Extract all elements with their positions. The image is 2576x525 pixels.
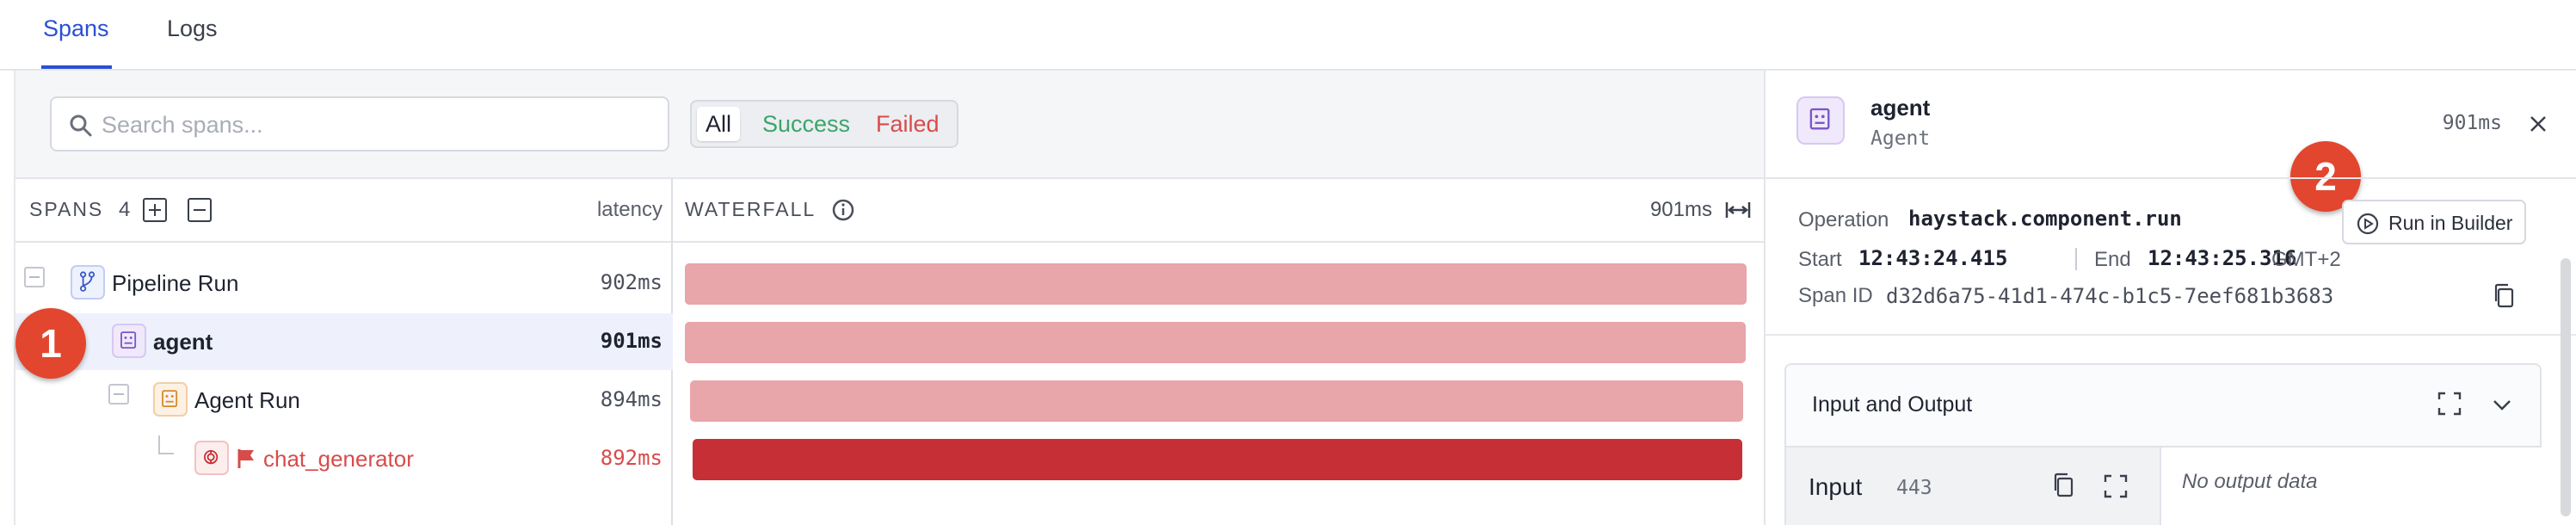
waterfall-title: WATERFALL [685, 198, 817, 220]
operation-value: haystack.component.run [1908, 207, 2182, 231]
status-filter: All Success Failed [690, 100, 958, 148]
output-pane: No output data [2161, 446, 2542, 525]
copy-icon[interactable] [2051, 472, 2075, 499]
branch-icon [71, 265, 105, 300]
span-latency: 892ms [600, 446, 662, 470]
waterfall-bar[interactable] [690, 380, 1744, 422]
expand-icon[interactable] [2103, 473, 2129, 499]
play-icon [2357, 213, 2379, 235]
span-latency: 894ms [600, 387, 662, 411]
waterfall-header: WATERFALL 901ms [673, 179, 1764, 243]
search-input[interactable] [102, 108, 652, 141]
collapse-all-icon[interactable] [188, 198, 212, 222]
spans-count: 4 [119, 198, 131, 221]
end-label: End [2094, 248, 2131, 271]
span-latency: 901ms [600, 329, 662, 353]
filter-failed-button[interactable]: Failed [867, 107, 948, 141]
waterfall-bar[interactable] [685, 263, 1747, 305]
timezone: GMT+2 [2271, 248, 2341, 271]
collapse-toggle[interactable] [24, 267, 45, 287]
span-row-pipeline-run[interactable]: Pipeline Run 902ms [15, 255, 673, 312]
output-empty-text: No output data [2182, 470, 2318, 493]
waterfall-bar[interactable] [692, 439, 1743, 480]
separator [2075, 248, 2077, 270]
agent-icon [1796, 96, 1845, 145]
close-icon[interactable] [2528, 114, 2548, 134]
span-id-value: d32d6a75-41d1-474c-b1c5-7eef681b3683 [1886, 284, 2334, 308]
span-row-agent-run[interactable]: Agent Run 894ms [15, 372, 673, 429]
agent-icon [112, 324, 146, 358]
filter-success-button[interactable]: Success [754, 107, 859, 141]
input-count: 443 [1896, 477, 1932, 499]
detail-duration: 901ms [2442, 112, 2502, 134]
search-box[interactable] [50, 96, 669, 151]
span-detail-panel: agent Agent 901ms Operation haystack.com… [1764, 71, 2576, 525]
divider [1766, 334, 2576, 336]
spans-header: SPANS 4 latency [15, 179, 673, 243]
tab-logs[interactable]: Logs [167, 15, 218, 42]
active-tab-indicator [41, 65, 112, 69]
agent-run-icon [153, 382, 188, 417]
start-label: Start [1798, 248, 1842, 271]
detail-header: agent Agent 901ms [1766, 71, 2576, 179]
spans-title: SPANS [29, 198, 104, 220]
tab-bar: Spans Logs [0, 0, 2576, 71]
detail-title: agent [1870, 95, 1931, 120]
run-in-builder-button[interactable]: Run in Builder [2342, 200, 2526, 244]
expand-all-icon[interactable] [143, 198, 167, 222]
input-pane: Input 443 [1786, 446, 2161, 525]
filter-all-button[interactable]: All [697, 107, 741, 141]
latency-column-label: latency [596, 198, 662, 221]
expand-icon[interactable] [2437, 391, 2462, 417]
tab-spans[interactable]: Spans [43, 15, 109, 42]
scrollbar[interactable] [2561, 258, 2571, 516]
span-row-chat-generator[interactable]: chat_generator 892ms [15, 430, 673, 487]
span-name: Agent Run [194, 387, 300, 413]
input-title: Input [1809, 473, 1863, 500]
operation-label: Operation [1798, 208, 1889, 232]
openai-icon [194, 441, 229, 475]
fit-width-icon[interactable] [1724, 198, 1752, 222]
chevron-down-icon[interactable] [2490, 392, 2514, 417]
flag-icon [237, 449, 254, 468]
step-marker-1: 1 [15, 308, 86, 379]
start-value: 12:43:24.415 [1858, 246, 2008, 270]
input-output-section: Input and Output Input 443 No output dat… [1784, 363, 2542, 525]
copy-icon[interactable] [2492, 282, 2516, 310]
filter-bar: All Success Failed [15, 71, 1764, 179]
run-in-builder-label: Run in Builder [2388, 212, 2513, 234]
span-name: agent [153, 329, 213, 355]
span-latency: 902ms [600, 270, 662, 294]
span-id-label: Span ID [1798, 284, 1873, 307]
collapse-toggle[interactable] [108, 384, 129, 405]
waterfall-bar[interactable] [685, 322, 1746, 363]
waterfall-total-duration: 901ms [1649, 198, 1712, 221]
input-output-title[interactable]: Input and Output [1812, 392, 1972, 417]
info-icon[interactable] [831, 198, 855, 222]
tree-connector [158, 435, 174, 454]
span-name: chat_generator [263, 446, 414, 472]
span-row-agent[interactable]: agent 901ms [15, 313, 673, 370]
span-name: Pipeline Run [112, 270, 239, 296]
detail-subtitle: Agent [1870, 127, 1931, 150]
search-icon [70, 114, 92, 137]
